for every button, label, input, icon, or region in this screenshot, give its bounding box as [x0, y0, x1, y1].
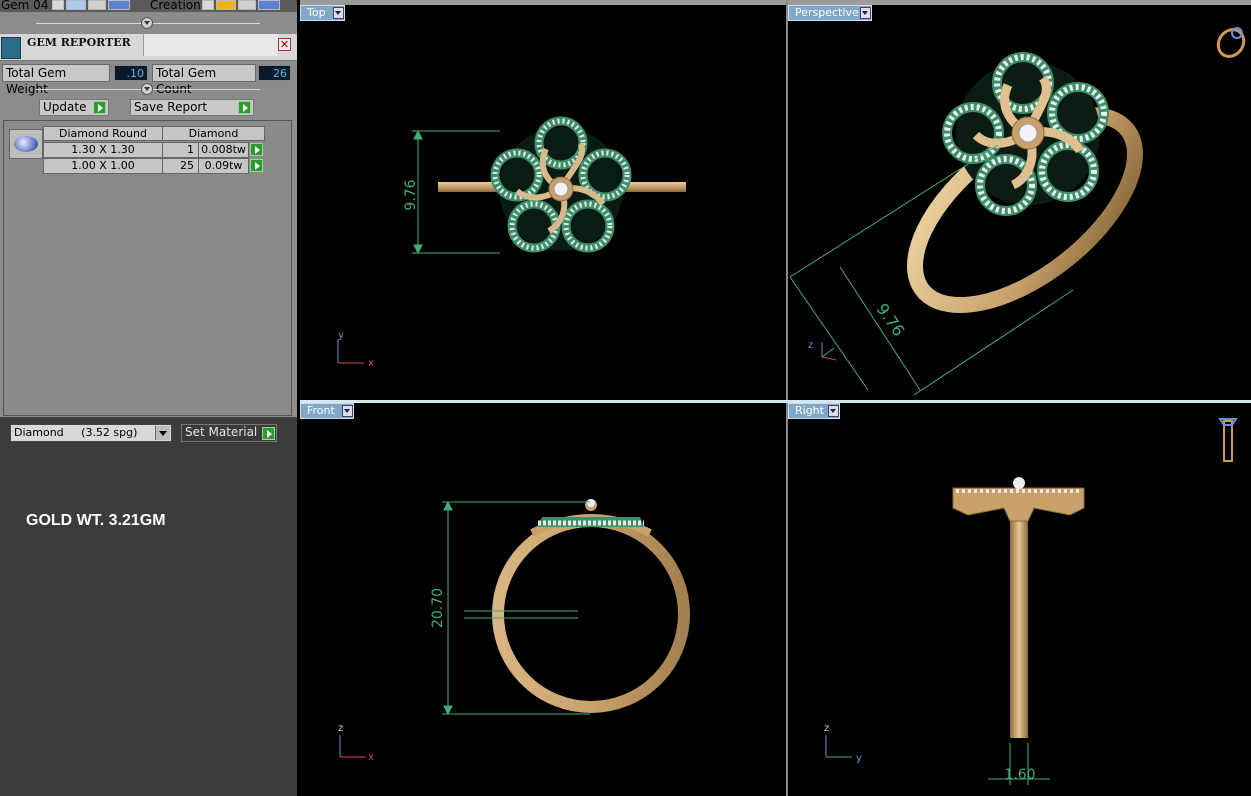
axis-y-label: y: [338, 330, 344, 341]
total-gem-weight-label: Total Gem Weight: [2, 64, 110, 96]
flower-head: [538, 499, 644, 527]
row-select-play-icon[interactable]: [250, 143, 263, 156]
row-weight: 0.008tw: [198, 142, 249, 158]
viewport-splitter-vertical[interactable]: [786, 0, 788, 796]
flower-head: [942, 52, 1109, 216]
gem-table: Diamond Round Diamond 1.30 X 1.30 1 0.00…: [3, 120, 292, 416]
chevron-down-icon[interactable]: [342, 405, 353, 417]
dimension-line: [442, 500, 590, 716]
info-icon[interactable]: [108, 0, 130, 10]
row-count: 25: [162, 158, 199, 174]
save-report-button[interactable]: Save Report: [130, 99, 254, 116]
axis-y-label: y: [856, 753, 862, 764]
reporter-header: GEM REPORTER ✕: [0, 34, 297, 61]
save-report-play-icon[interactable]: [238, 101, 251, 114]
creation-next-arrow-icon[interactable]: [202, 0, 214, 10]
ring-band: [492, 515, 690, 713]
reporter-header-tab: [143, 34, 278, 56]
gem-color-swatch[interactable]: [66, 0, 86, 10]
top-view-render: 9.76 y x: [337, 116, 686, 369]
set-material-button[interactable]: Set Material: [181, 424, 277, 442]
right-view-render: 1.60 z y: [824, 418, 1238, 785]
viewport-tab-top[interactable]: Top: [300, 5, 345, 21]
axis-z-label: z: [824, 723, 829, 734]
ring-side-thumbnail-icon[interactable]: [1218, 418, 1238, 462]
row-size: 1.30 X 1.30: [43, 142, 163, 158]
gold-weight-note: GOLD WT. 3.21GM: [26, 512, 166, 529]
row-count: 1: [162, 142, 199, 158]
viewport-splitter-horizontal[interactable]: [300, 400, 1251, 403]
perspective-view-render: 9.76 z: [789, 25, 1249, 396]
viewport-right[interactable]: 1.60 z y Right: [788, 403, 1251, 796]
axis-z-label: z: [808, 340, 813, 351]
gem-reporter-icon: [1, 37, 21, 59]
row-size: 1.00 X 1.00: [43, 158, 163, 174]
creation-label: Creation: [150, 0, 201, 12]
dimension-label: 9.76: [873, 300, 909, 340]
chevron-down-icon[interactable]: [860, 7, 871, 19]
collapse-toggle-icon[interactable]: [141, 83, 153, 95]
creation-lock-icon[interactable]: [238, 0, 256, 10]
table-header-material: Diamond: [162, 126, 265, 141]
viewport-top[interactable]: 9.76 y x Top: [300, 5, 786, 400]
gem-toolbar: Gem 04 Creation: [0, 0, 297, 12]
panel-title: GEM REPORTER: [27, 36, 131, 49]
collapse-toggle-icon[interactable]: [141, 17, 153, 29]
axis-z-label: z: [338, 723, 343, 734]
axis-gizmo: y x: [337, 330, 374, 369]
viewport-label: Perspective: [795, 6, 859, 19]
viewport-tab-front[interactable]: Front: [300, 403, 354, 419]
left-panel: Gem 04 Creation GEM REPORTER ✕ Total Gem…: [0, 0, 297, 796]
save-report-label: Save Report: [134, 100, 208, 114]
flower-head: [952, 477, 1085, 522]
close-button[interactable]: ✕: [278, 38, 291, 51]
ring-thumbnail-icon[interactable]: [1213, 25, 1249, 62]
material-dropdown[interactable]: Diamond (3.52 spg): [10, 424, 172, 442]
update-button[interactable]: Update: [39, 99, 109, 116]
total-gem-count-value: 26: [258, 65, 291, 81]
dimension-label: 20.70: [430, 588, 446, 628]
viewport-label: Right: [795, 404, 824, 417]
total-gem-count-label: Total Gem Count: [152, 64, 256, 96]
viewport-label: Top: [307, 6, 326, 19]
axis-x-label: x: [368, 752, 374, 763]
update-label: Update: [43, 100, 87, 114]
flower-head: [490, 116, 632, 253]
axis-gizmo: z: [808, 340, 837, 361]
chevron-down-icon[interactable]: [155, 426, 170, 440]
axis-gizmo: z x: [338, 723, 374, 763]
viewport-front[interactable]: 20.70 z x Front: [300, 403, 786, 796]
viewport-label: Front: [307, 404, 335, 417]
viewport-tab-perspective[interactable]: Perspective: [788, 5, 872, 21]
creation-info-icon[interactable]: [258, 0, 280, 10]
row-weight: 0.09tw: [198, 158, 249, 174]
creation-color-swatch[interactable]: [216, 0, 236, 10]
dimension-label: 9.76: [403, 179, 419, 210]
viewport-tab-right[interactable]: Right: [788, 403, 840, 419]
total-gem-weight-value: .10: [114, 65, 148, 81]
axis-x-label: x: [368, 358, 374, 369]
set-material-label: Set Material: [185, 425, 258, 439]
dimension-label: 1.60: [1004, 767, 1035, 783]
chevron-down-icon[interactable]: [333, 7, 344, 19]
ring-band: [1010, 513, 1028, 738]
update-play-icon[interactable]: [93, 101, 106, 114]
viewport-perspective[interactable]: 9.76 z Perspective: [788, 5, 1251, 400]
table-header-shape: Diamond Round: [43, 126, 163, 141]
lock-icon[interactable]: [88, 0, 106, 10]
row-select-play-icon[interactable]: [250, 159, 263, 172]
gem-label: Gem 04: [1, 0, 49, 12]
set-material-play-icon[interactable]: [262, 427, 275, 440]
material-selected-value: Diamond (3.52 spg): [14, 426, 138, 439]
gem-next-arrow-icon[interactable]: [52, 0, 64, 10]
front-view-render: 20.70 z x: [338, 499, 690, 763]
chevron-down-icon[interactable]: [828, 405, 839, 417]
diamond-round-icon[interactable]: [9, 129, 43, 159]
axis-gizmo: z y: [824, 723, 862, 764]
